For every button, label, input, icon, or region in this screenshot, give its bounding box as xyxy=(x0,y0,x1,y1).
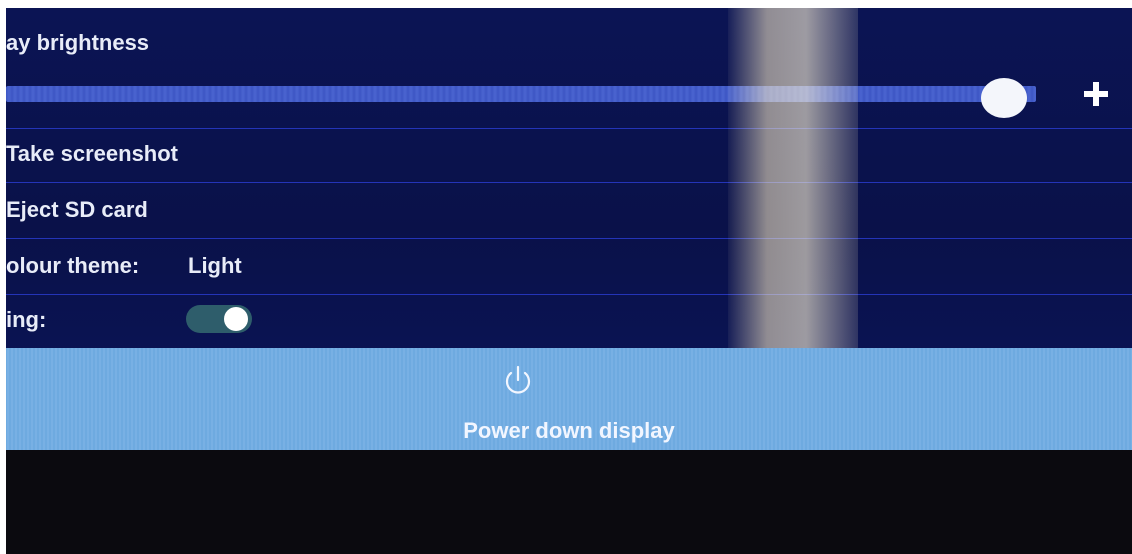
plus-icon[interactable] xyxy=(1078,76,1114,112)
toggle-knob xyxy=(224,307,248,331)
colour-theme-label: olour theme: xyxy=(6,253,140,278)
screen-bezel xyxy=(6,450,1132,554)
take-screenshot-label: Take screenshot xyxy=(6,141,179,166)
take-screenshot-item[interactable]: Take screenshot xyxy=(6,129,1132,181)
brightness-label: ay brightness xyxy=(6,30,150,55)
colour-theme-item[interactable]: olour theme: Light xyxy=(6,239,1132,293)
eject-sd-card-item[interactable]: Eject SD card xyxy=(6,183,1132,237)
eject-sd-card-label: Eject SD card xyxy=(6,197,148,222)
device-screen: ay brightness Take screenshot Eject SD c… xyxy=(6,8,1132,554)
toggle-label: ing: xyxy=(6,307,47,332)
colour-theme-value: Light xyxy=(188,253,242,278)
power-icon xyxy=(505,365,531,394)
divider xyxy=(6,294,1132,295)
setting-toggle[interactable] xyxy=(186,305,252,333)
power-down-label: Power down display xyxy=(463,418,675,443)
brightness-slider-thumb[interactable] xyxy=(981,78,1028,118)
brightness-slider-track[interactable] xyxy=(6,86,1036,102)
